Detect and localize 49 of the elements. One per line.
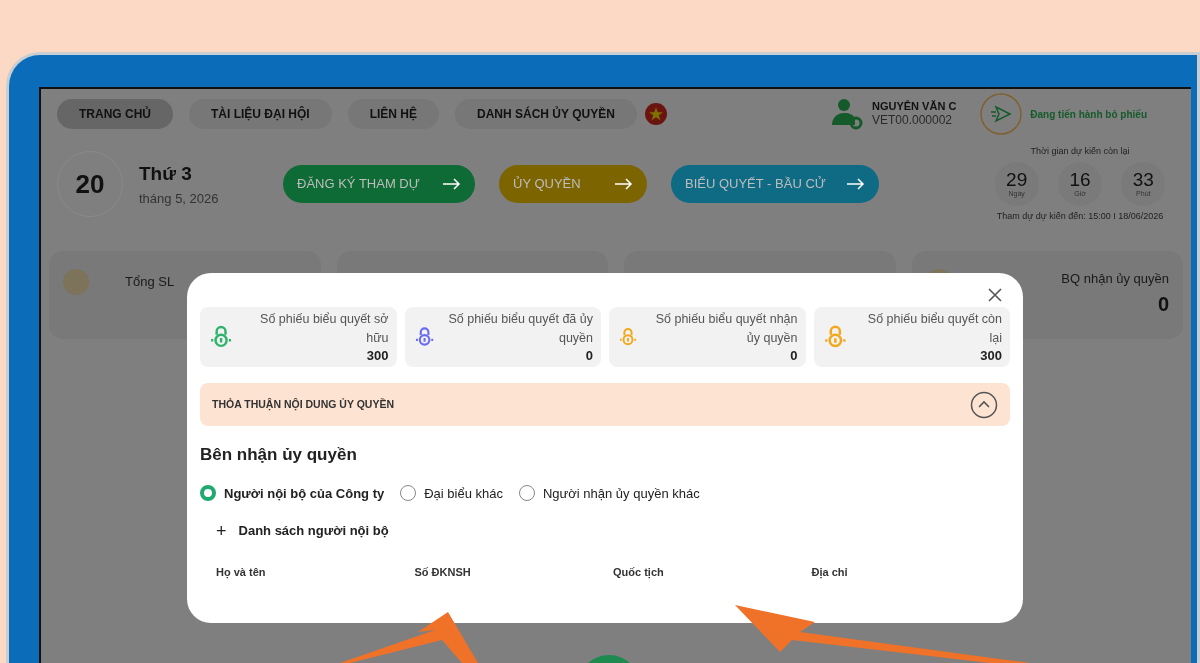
send-status-icon <box>980 93 1023 135</box>
column-header: Quốc tịch <box>613 566 664 578</box>
month-year: tháng 5, 2026 <box>139 189 220 208</box>
close-icon[interactable] <box>988 288 1002 302</box>
countdown-value: 33 <box>1132 170 1154 191</box>
chevron-up-icon[interactable] <box>970 390 998 419</box>
arrow-right-icon <box>443 178 461 190</box>
user-code: VET00.000002 <box>872 113 954 129</box>
action-button[interactable]: ỦY QUYỀN <box>499 165 647 203</box>
column-header: Địa chỉ <box>811 566 848 578</box>
user-settings-icon <box>830 97 864 131</box>
section-heading: Bên nhận ủy quyền <box>200 444 358 466</box>
voting-status: Đang tiến hành bỏ phiếu <box>1030 107 1147 122</box>
column-header: Số ĐKNSH <box>414 566 471 578</box>
vote-card-label: Số phiếu biểu quyết còn lại <box>866 311 1002 348</box>
radio-label[interactable]: Người nhận ủy quyền khác <box>543 483 700 503</box>
action-button[interactable]: ĐĂNG KÝ THAM DỰ <box>283 165 475 203</box>
vote-card-value: 0 <box>584 347 593 364</box>
nav-tab[interactable]: TRANG CHỦ <box>57 99 173 129</box>
action-button[interactable]: BIỂU QUYẾT - BẦU CỬ <box>671 165 879 203</box>
section-title: THỎA THUẬN NỘI DUNG ỦY QUYỀN <box>212 396 394 413</box>
radio-button[interactable] <box>200 485 216 502</box>
stat-value: 0 <box>1157 291 1169 317</box>
countdown-title: Thời gian dự kiến còn lại <box>1029 144 1131 158</box>
stat-label: Tổng SL <box>125 274 175 289</box>
arrow-right-icon <box>615 178 633 190</box>
section-header[interactable]: THỎA THUẬN NỘI DUNG ỦY QUYỀN <box>200 383 1010 426</box>
vote-card-label: Số phiếu biểu quyết đã ủy quyền <box>447 311 593 348</box>
column-header: Họ và tên <box>216 566 266 578</box>
nav-tab[interactable]: TÀI LIỆU ĐẠI HỘI <box>189 99 332 129</box>
flag-icon[interactable] <box>644 103 667 125</box>
countdown-value: 16 <box>1069 170 1091 191</box>
radio-label[interactable]: Người nội bộ của Công ty <box>224 483 385 503</box>
add-link[interactable]: Danh sách người nội bộ <box>238 521 389 541</box>
stat-label: BQ nhận ủy quyền <box>1061 270 1169 288</box>
weekday: Thứ 3 <box>139 162 193 186</box>
deadline-text: Tham dự dự kiến đến: 15:00 I 18/06/2026 <box>995 210 1165 223</box>
countdown-value: 29 <box>1006 170 1028 191</box>
nav-tab[interactable]: DANH SÁCH ỦY QUYỀN <box>455 99 637 129</box>
vote-card-value: 300 <box>365 347 389 364</box>
vote-card-label: Số phiếu biểu quyết sở hữu <box>259 311 389 348</box>
nav-tab[interactable]: LIÊN HỆ <box>347 99 439 129</box>
vote-card-value: 300 <box>979 347 1002 364</box>
vote-card-label: Số phiếu biểu quyết nhận ủy quyền <box>654 311 798 348</box>
user-name: NGUYỄN VĂN C <box>872 99 957 114</box>
plus-icon[interactable]: + <box>216 517 227 545</box>
arrow-right-icon <box>847 178 865 190</box>
radio-label[interactable]: Đại biểu khác <box>424 483 503 503</box>
vote-card-value: 0 <box>789 347 798 364</box>
